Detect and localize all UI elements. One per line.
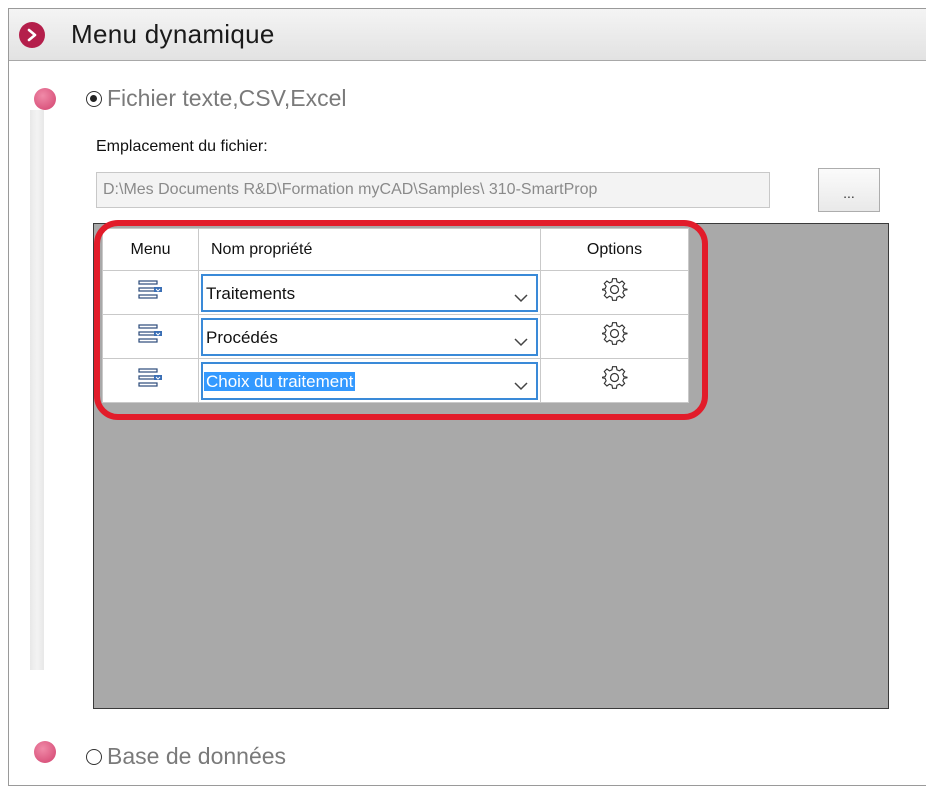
property-dropdown-value: Choix du traitement <box>204 371 356 391</box>
menu-cell[interactable] <box>102 358 199 403</box>
column-header-menu[interactable]: Menu <box>102 228 199 271</box>
panel-header[interactable]: Menu dynamique <box>9 9 926 61</box>
property-dropdown[interactable]: Traitements <box>201 273 538 312</box>
chevron-right-icon[interactable] <box>19 22 45 48</box>
gear-icon[interactable] <box>600 278 628 307</box>
menu-list-icon[interactable] <box>136 280 166 305</box>
chevron-down-icon[interactable] <box>514 290 528 308</box>
property-dropdown[interactable]: Procédés <box>201 317 538 356</box>
table-header-row: Menu Nom propriété Options <box>102 228 689 271</box>
table-row[interactable]: Choix du traitement <box>102 358 689 403</box>
property-dropdown-value: Traitements <box>206 283 296 303</box>
chevron-down-icon[interactable] <box>514 334 528 352</box>
options-cell[interactable] <box>540 358 689 403</box>
options-cell[interactable] <box>540 270 689 315</box>
file-path-input[interactable] <box>96 172 770 208</box>
property-dropdown-value: Procédés <box>206 327 278 347</box>
radio-file-source[interactable] <box>86 91 102 107</box>
menu-cell[interactable] <box>102 314 199 359</box>
menu-cell[interactable] <box>102 270 199 315</box>
menu-list-icon[interactable] <box>136 324 166 349</box>
browse-button[interactable]: ... <box>818 168 880 212</box>
property-cell[interactable]: Choix du traitement <box>198 358 541 403</box>
gear-icon[interactable] <box>600 366 628 395</box>
menu-list-icon[interactable] <box>136 368 166 393</box>
property-cell[interactable]: Procédés <box>198 314 541 359</box>
table-row[interactable]: Traitements <box>102 270 689 315</box>
property-dropdown[interactable]: Choix du traitement <box>201 361 538 400</box>
property-cell[interactable]: Traitements <box>198 270 541 315</box>
step-dot-database <box>34 741 56 763</box>
step-dot-file <box>34 88 56 110</box>
property-table: Menu Nom propriété Options Traitements P… <box>102 228 689 403</box>
gear-icon[interactable] <box>600 322 628 351</box>
database-label[interactable]: Base de données <box>107 743 286 770</box>
radio-database[interactable] <box>86 749 102 765</box>
chevron-down-icon[interactable] <box>514 378 528 396</box>
options-cell[interactable] <box>540 314 689 359</box>
file-source-label[interactable]: Fichier texte,CSV,Excel <box>107 85 346 112</box>
step-timeline <box>30 110 44 670</box>
table-row[interactable]: Procédés <box>102 314 689 359</box>
column-header-property[interactable]: Nom propriété <box>198 228 541 271</box>
panel-title: Menu dynamique <box>71 19 275 49</box>
column-header-options[interactable]: Options <box>540 228 689 271</box>
file-location-label: Emplacement du fichier: <box>96 138 268 155</box>
